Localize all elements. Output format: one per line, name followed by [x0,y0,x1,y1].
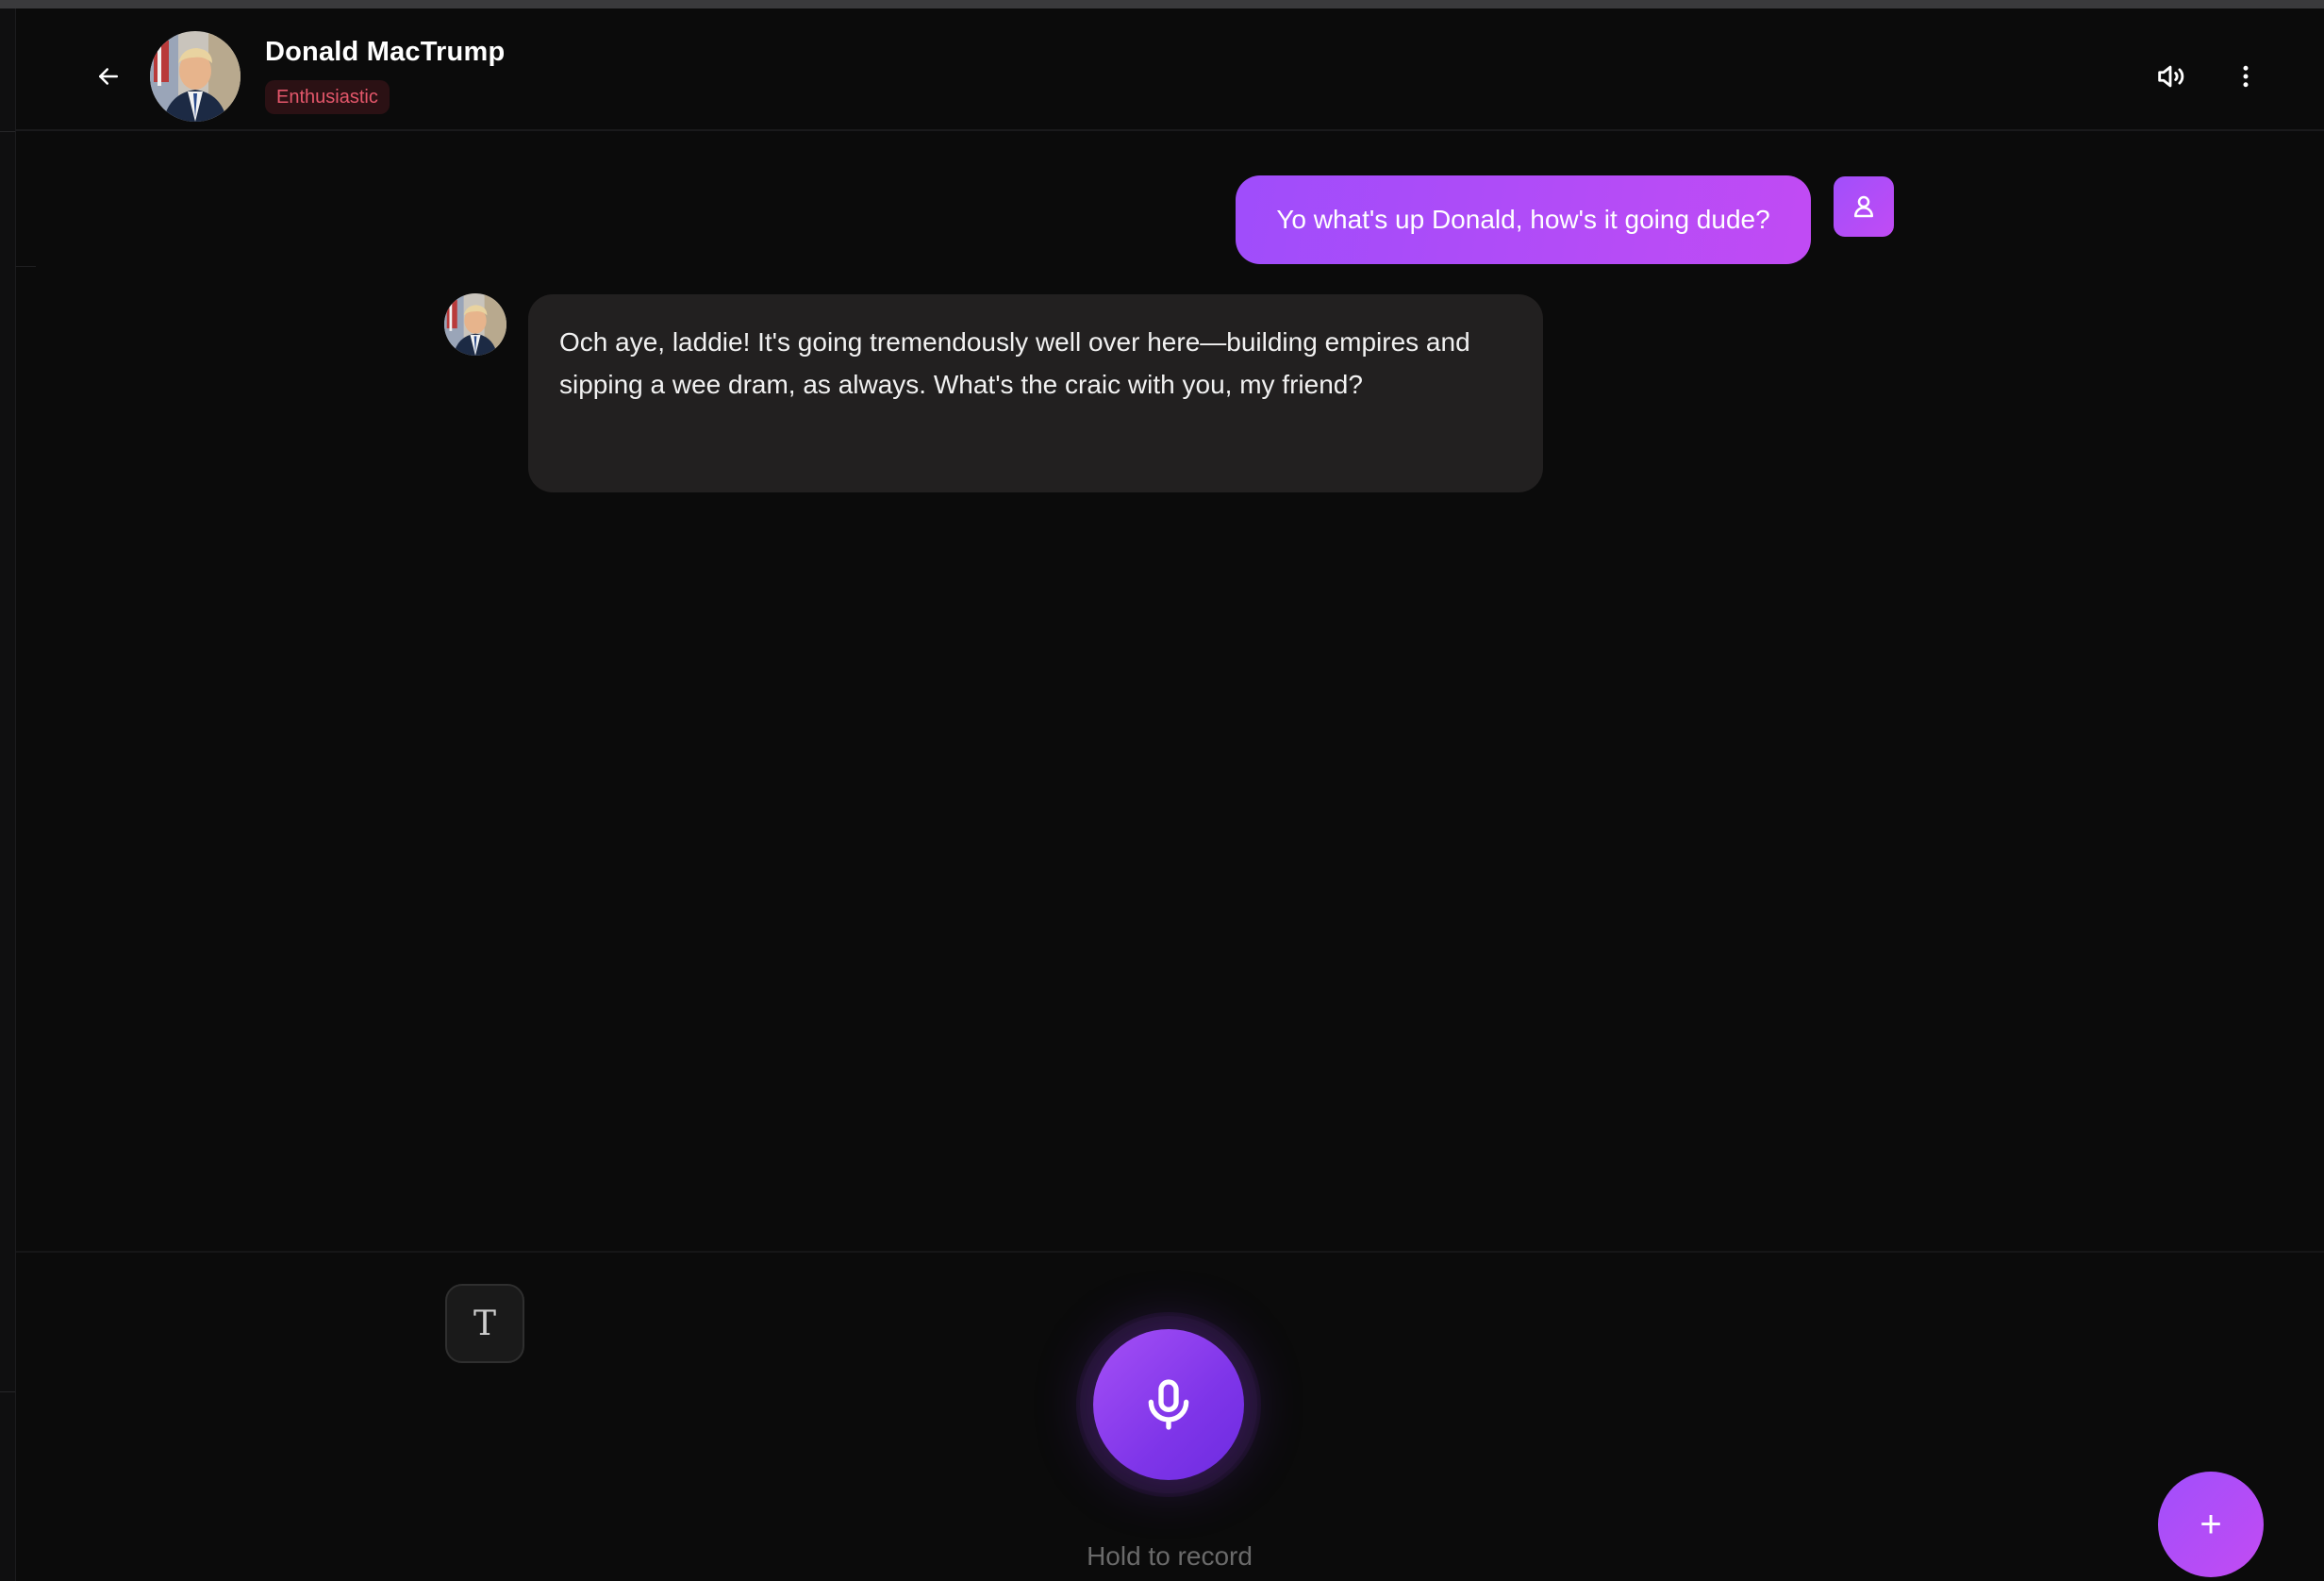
user-message-bubble: Yo what's up Donald, how's it going dude… [1236,175,1811,264]
text-mode-icon: T [473,1304,496,1343]
window-top-strip [0,0,2324,8]
chat-header: Donald MacTrump Enthusiastic [16,8,2324,131]
record-button[interactable] [1093,1329,1244,1480]
arrow-left-icon [99,68,118,85]
character-name: Donald MacTrump [265,37,506,67]
text-input-toggle-button[interactable]: T [445,1284,524,1363]
left-sidebar-edge [0,8,36,1581]
microphone-icon [1148,1379,1189,1430]
more-vertical-icon [2243,65,2249,88]
speaker-icon [2158,65,2184,88]
user-avatar [1834,176,1894,237]
user-message-text: Yo what's up Donald, how's it going dude… [1276,205,1770,234]
assistant-message-text: Och aye, laddie! It's going tremendously… [559,327,1470,399]
footer-divider [16,1251,2324,1253]
plus-icon: + [2200,1503,2222,1545]
assistant-avatar [444,293,506,356]
back-button[interactable] [78,50,139,103]
user-icon [1854,195,1873,218]
speaker-button[interactable] [2144,50,2197,103]
more-options-button[interactable] [2219,50,2272,103]
hold-to-record-label: Hold to record [1087,1541,1253,1571]
new-chat-fab[interactable]: + [2158,1472,2264,1577]
mood-badge: Enthusiastic [265,80,390,114]
character-avatar[interactable] [150,31,241,122]
assistant-message-bubble: Och aye, laddie! It's going tremendously… [528,294,1543,492]
